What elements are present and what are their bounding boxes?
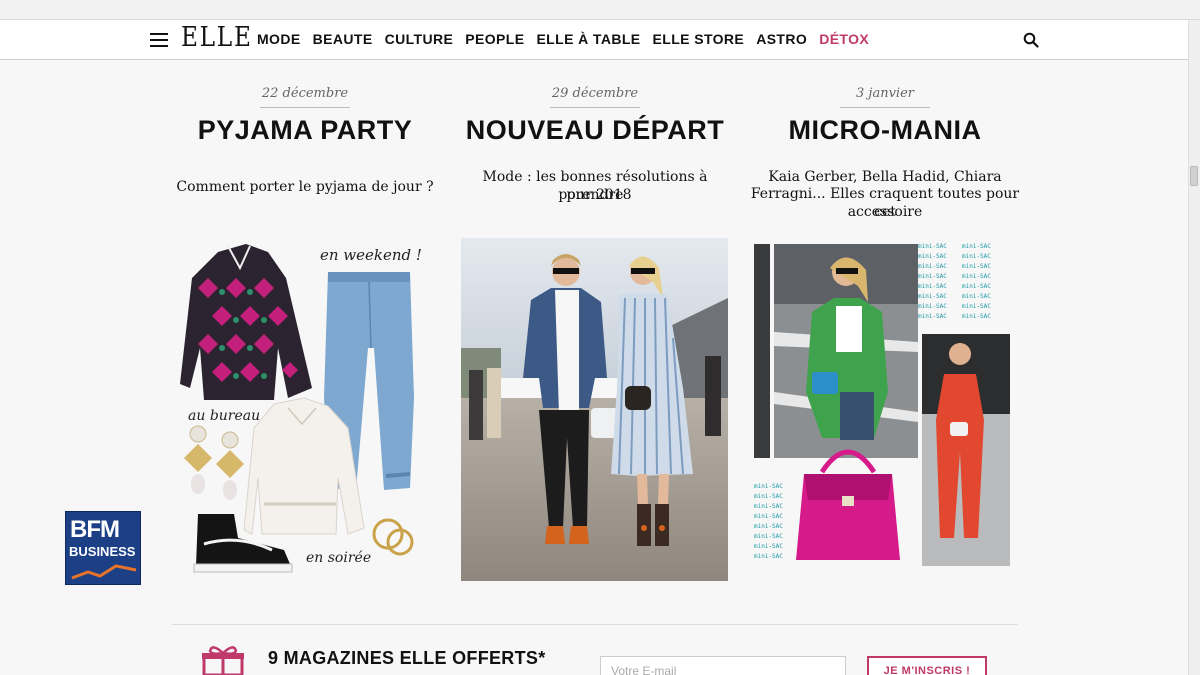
svg-text:mini-SAC: mini-SAC (918, 243, 947, 250)
svg-text:mini-SAC: mini-SAC (962, 283, 991, 290)
earrings-illustration (184, 425, 244, 500)
hoop-earrings-illustration (372, 518, 414, 556)
article-title[interactable]: NOUVEAU DÉPART (435, 115, 755, 146)
gift-icon (202, 646, 244, 675)
svg-text:mini-SAC: mini-SAC (962, 273, 991, 280)
date-divider (260, 107, 350, 108)
svg-text:mini-SAC: mini-SAC (962, 313, 991, 320)
date-divider (550, 107, 640, 108)
subscribe-button[interactable]: JE M'INSCRIS ! (867, 656, 987, 675)
svg-text:mini-SAC: mini-SAC (962, 293, 991, 300)
svg-text:mini-SAC: mini-SAC (754, 543, 783, 550)
browser-top-strip (0, 0, 1200, 20)
article-desc-line: accessoire (847, 204, 923, 220)
hamburger-icon[interactable] (150, 33, 168, 47)
article-date: 29 décembre (551, 86, 639, 101)
chart-arrow-icon (71, 564, 137, 580)
newsletter-divider (172, 624, 1018, 625)
svg-text:mini-SAC: mini-SAC (754, 513, 783, 520)
annotation-soiree: en soirée (306, 550, 371, 566)
svg-text:mini-SAC: mini-SAC (918, 283, 947, 290)
pyjama-shirt-illustration (180, 244, 312, 400)
nav-item-beaute[interactable]: BEAUTE (313, 31, 373, 47)
article-image-pyjama-collage[interactable]: en weekend ! au bureau en soirée (178, 238, 428, 583)
scrollbar-thumb[interactable] (1190, 166, 1198, 186)
page-scrollbar[interactable] (1188, 20, 1200, 675)
svg-text:mini-SAC: mini-SAC (962, 303, 991, 310)
svg-text:mini-SAC: mini-SAC (918, 273, 947, 280)
svg-text:mini-SAC: mini-SAC (918, 313, 947, 320)
search-icon[interactable] (1023, 32, 1039, 48)
nav-item-culture[interactable]: CULTURE (385, 31, 454, 47)
svg-text:mini-SAC: mini-SAC (962, 263, 991, 270)
article-desc-line: pour 2018 (558, 187, 632, 203)
svg-text:mini-SAC: mini-SAC (754, 483, 783, 490)
article-image-micro-bag-collage[interactable]: mini-SAC mini-SAC mini-SAC mini-SAC mini-S… (754, 242, 1020, 574)
site-header: ELLE MODE BEAUTE CULTURE PEOPLE ELLE À T… (0, 20, 1188, 60)
svg-text:mini-SAC: mini-SAC (962, 243, 991, 250)
svg-text:mini-SAC: mini-SAC (754, 503, 783, 510)
svg-text:mini-SAC: mini-SAC (918, 253, 947, 260)
svg-text:mini-SAC: mini-SAC (918, 303, 947, 310)
main-nav: MODE BEAUTE CULTURE PEOPLE ELLE À TABLE … (257, 31, 881, 47)
nav-item-mode[interactable]: MODE (257, 31, 301, 47)
article-date: 3 janvier (856, 86, 914, 101)
nav-item-elle-store[interactable]: ELLE STORE (653, 31, 745, 47)
svg-text:mini-SAC: mini-SAC (918, 263, 947, 270)
date-divider (840, 107, 930, 108)
newsletter-title: 9 MAGAZINES ELLE OFFERTS* (268, 648, 546, 668)
photo-green-cardigan (774, 244, 918, 458)
article-desc-line: Comment porter le pyjama de jour ? (176, 179, 434, 195)
article-date: 22 décembre (261, 86, 349, 101)
email-input[interactable] (600, 656, 846, 675)
svg-text:mini-SAC: mini-SAC (754, 493, 783, 500)
svg-text:mini-SAC: mini-SAC (754, 553, 783, 560)
svg-text:mini-SAC: mini-SAC (962, 253, 991, 260)
article-image-street-style[interactable] (461, 238, 728, 581)
nav-item-detox[interactable]: DÉTOX (819, 31, 869, 47)
article-title[interactable]: MICRO-MANIA (725, 115, 1045, 146)
svg-text:mini-SAC: mini-SAC (918, 293, 947, 300)
bfm-logo-line2: BUSINESS (69, 544, 136, 559)
photo-red-jumpsuit (922, 334, 1010, 566)
nav-item-people[interactable]: PEOPLE (465, 31, 524, 47)
bfm-business-logo: BFM BUSINESS (65, 511, 141, 585)
svg-text:mini-SAC: mini-SAC (754, 533, 783, 540)
bfm-logo-line1: BFM (70, 516, 120, 543)
article-title[interactable]: PYJAMA PARTY (145, 115, 465, 146)
annotation-weekend: en weekend ! (320, 246, 422, 264)
nav-item-elle-a-table[interactable]: ELLE À TABLE (536, 31, 640, 47)
annotation-bureau: au bureau (188, 408, 260, 424)
svg-text:mini-SAC: mini-SAC (754, 523, 783, 530)
article-desc-line: Kaia Gerber, Bella Hadid, Chiara (768, 169, 1002, 185)
elle-logo[interactable]: ELLE (181, 22, 253, 53)
nav-item-astro[interactable]: ASTRO (756, 31, 807, 47)
